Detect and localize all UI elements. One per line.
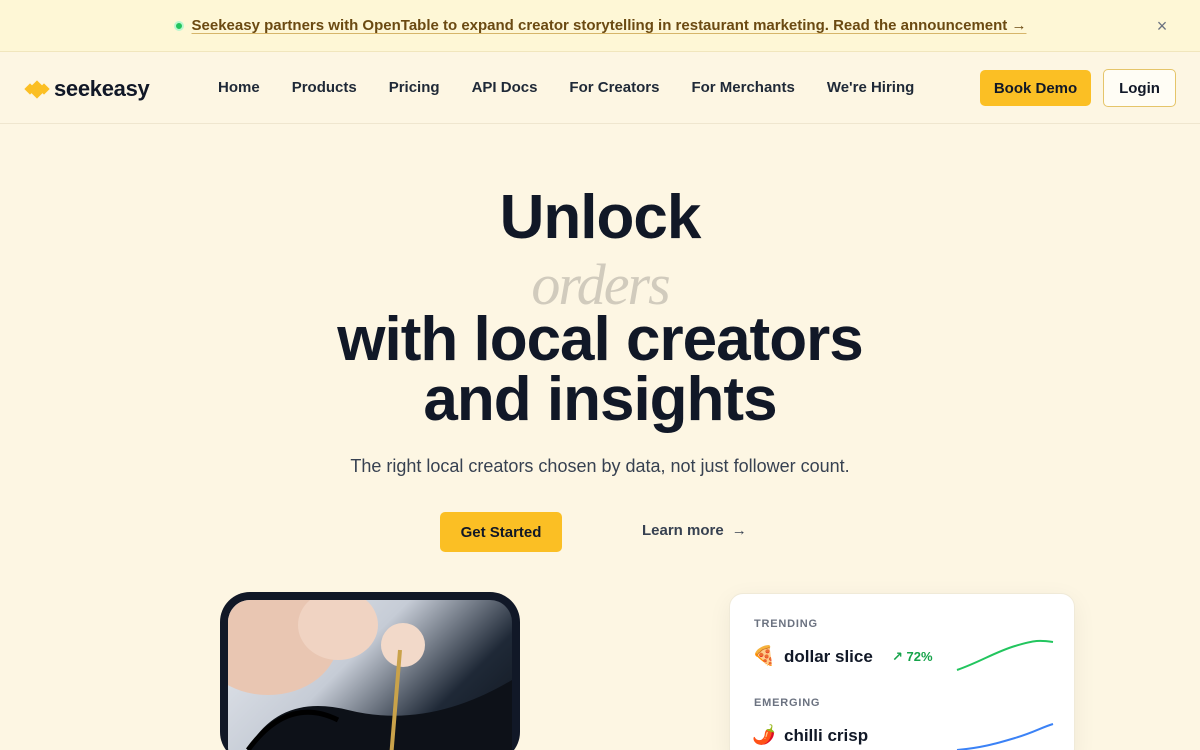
trend-row-label: TRENDING [754, 618, 818, 630]
login-button[interactable]: Login [1103, 69, 1176, 107]
trend-sparkline [956, 723, 1054, 750]
trend-row-name: chilli crisp [784, 726, 869, 745]
book-demo-button[interactable]: Book Demo [980, 70, 1091, 106]
trends-card: TRENDING 🍕 dollar slice ↗ 72% EMERGING 🌶… [729, 593, 1075, 750]
logo-text: seekeasy [54, 76, 150, 101]
trend-row-label: EMERGING [754, 697, 821, 709]
top-nav: seekeasy Home Products Pricing API Docs … [0, 53, 1200, 124]
arrow-right-icon: → [731, 522, 747, 539]
nav-link-api-docs[interactable]: API Docs [472, 79, 538, 96]
chili-icon: 🌶️ [752, 725, 776, 746]
fingertip-shape [381, 623, 425, 667]
announcement-banner: Seekeasy partners with OpenTable to expa… [0, 0, 1200, 52]
trend-row-name: dollar slice [784, 647, 873, 666]
nav-link-home[interactable]: Home [218, 79, 260, 96]
hero-subtitle: The right local creators chosen by data,… [350, 456, 850, 476]
hero-title-line-1: Unlock [499, 183, 702, 252]
nav-link-hiring[interactable]: We're Hiring [827, 79, 914, 96]
sparkline-line [956, 639, 1054, 671]
nav-link-pricing[interactable]: Pricing [389, 79, 440, 96]
nav-links: Home Products Pricing API Docs For Creat… [218, 79, 946, 96]
close-icon[interactable]: × [1152, 16, 1172, 36]
nav-link-for-creators[interactable]: For Creators [569, 79, 659, 96]
announcement-link[interactable]: Seekeasy partners with OpenTable to expa… [192, 17, 1027, 34]
status-dot-icon [173, 20, 184, 31]
nav-link-for-merchants[interactable]: For Merchants [691, 79, 794, 96]
hero-title-line-4: and insights [423, 365, 777, 434]
get-started-button[interactable]: Get Started [440, 512, 562, 552]
hero-title-line-3: with local creators [337, 305, 863, 374]
sparkline-line [956, 723, 1054, 750]
learn-more-label: Learn more [642, 522, 724, 539]
logo-mark-icon [24, 80, 50, 99]
video-frame-illustration [228, 600, 512, 750]
learn-more-link[interactable]: Learn more → [642, 522, 747, 539]
logo[interactable]: seekeasy [24, 76, 150, 102]
trend-sparkline [956, 639, 1054, 671]
phone-mockup [220, 592, 520, 750]
creator-video-thumbnail[interactable] [228, 600, 512, 750]
trend-row-change: ↗ 72% [892, 649, 933, 664]
pizza-icon: 🍕 [752, 646, 776, 667]
nav-link-products[interactable]: Products [292, 79, 357, 96]
